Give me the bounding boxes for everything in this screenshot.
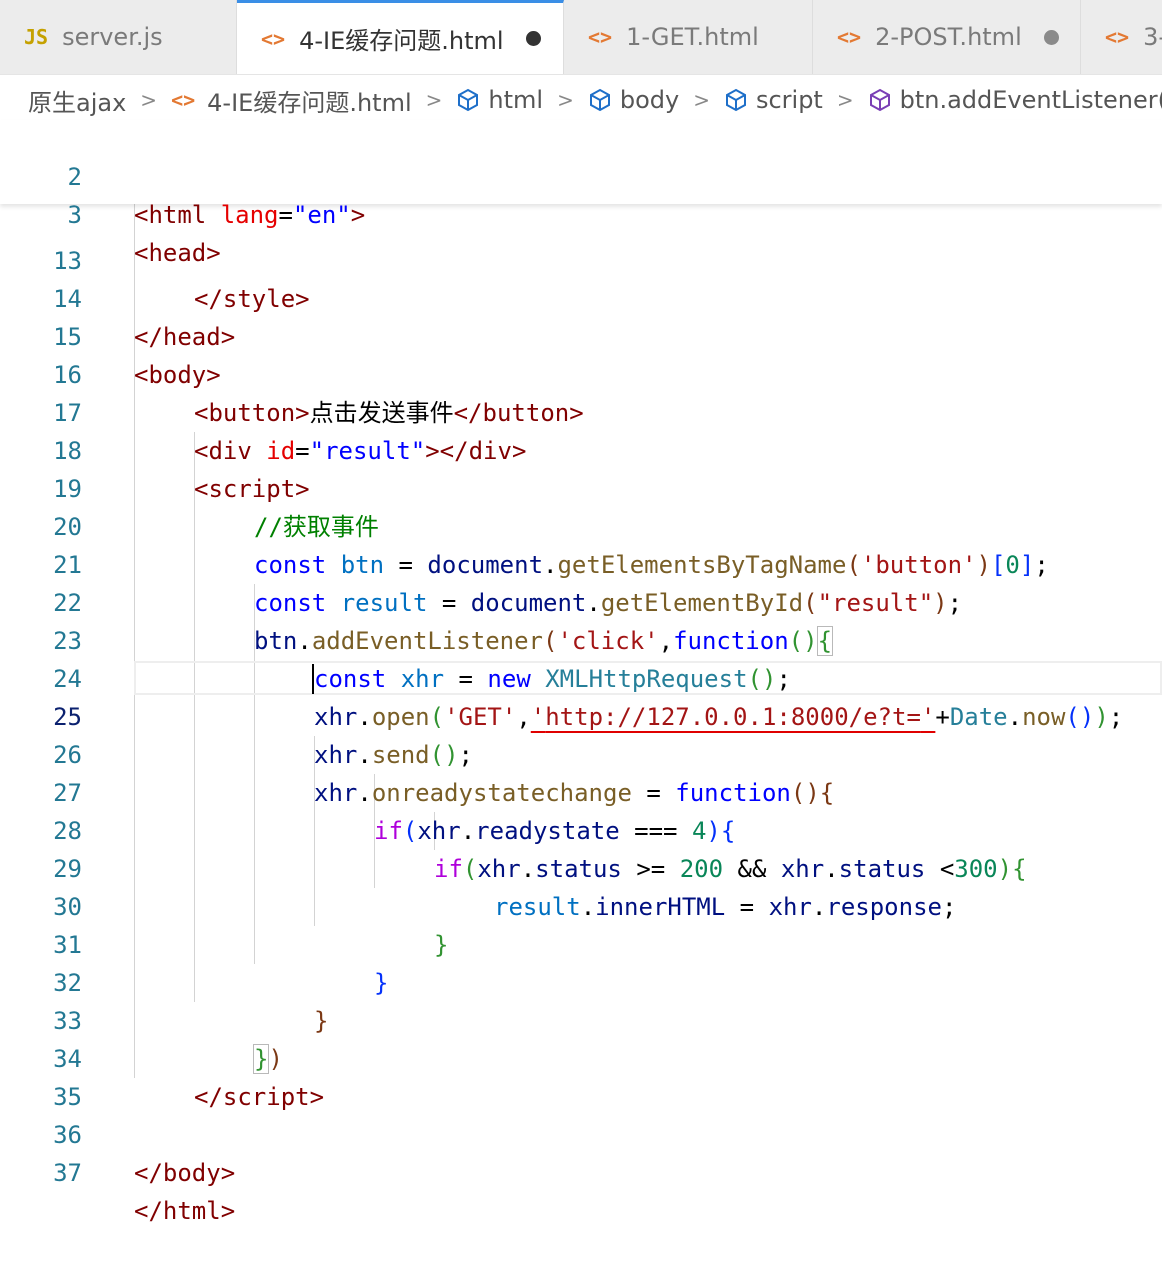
editor-tab-bar: JS server.js <> 4-IE缓存问题.html <> 1-GET.h…	[0, 0, 1162, 75]
tab-label: 4-IE缓存问题.html	[299, 27, 504, 55]
breadcrumb-label: 4-IE缓存问题.html	[207, 88, 412, 117]
line-number: 3	[67, 201, 82, 229]
html-file-icon: <>	[1105, 25, 1130, 49]
code-line[interactable]: 2 <html lang="en">	[0, 120, 1162, 229]
code-line[interactable]: 29 result.innerHTML = xhr.response;	[0, 812, 1162, 921]
code-line[interactable]: 35	[0, 1040, 1162, 1111]
breadcrumb-label: body	[619, 86, 680, 114]
sticky-scroll-header: 2 <html lang="en"> 3 <head>	[0, 120, 1162, 267]
breadcrumb-script[interactable]: script	[724, 86, 823, 114]
code-line[interactable]: 18 <script>	[0, 394, 1162, 503]
line-number: 37	[53, 1159, 82, 1187]
code-line[interactable]: 24 xhr.open('GET','http://127.0.0.1:8000…	[0, 622, 1162, 731]
tab-server-js[interactable]: JS server.js	[0, 0, 237, 74]
code-line[interactable]: 28 if(xhr.status >= 200 && xhr.status <3…	[0, 774, 1162, 883]
code-line[interactable]: 33 })	[0, 964, 1162, 1074]
code-line[interactable]: 22 btn.addEventListener('click',function…	[0, 546, 1162, 656]
chevron-right-icon: >	[557, 88, 574, 112]
line-code: </body>	[134, 1159, 236, 1187]
code-line[interactable]: 17 <div id="result"></div>	[0, 356, 1162, 465]
breadcrumb-file[interactable]: <> 4-IE缓存问题.html	[171, 83, 412, 118]
code-line[interactable]: 31 }	[0, 888, 1162, 997]
tab-1-get-html[interactable]: <> 1-GET.html	[564, 0, 813, 74]
html-file-icon: <>	[588, 25, 613, 49]
breadcrumb-folder[interactable]: 原生ajax	[28, 83, 126, 118]
cube-icon	[456, 88, 480, 112]
breadcrumb: 原生ajax > <> 4-IE缓存问题.html > html > body …	[0, 75, 1162, 125]
unsaved-dot-icon[interactable]	[1043, 29, 1059, 45]
chevron-right-icon: >	[836, 88, 854, 112]
code-line[interactable]: 16 <button>点击发送事件</button>	[0, 318, 1162, 427]
breadcrumb-html[interactable]: html	[456, 86, 543, 114]
line-code: <head>	[134, 239, 221, 267]
tab-label: 3-	[1143, 23, 1162, 51]
tab-label: 1-GET.html	[626, 23, 759, 51]
tab-label: 2-POST.html	[875, 23, 1022, 51]
line-code: </html>	[134, 1197, 236, 1225]
chevron-right-icon: >	[140, 88, 158, 112]
code-line[interactable]: 37 </html>	[0, 1116, 1162, 1225]
code-line[interactable]: 27 if(xhr.readystate === 4){	[0, 736, 1162, 845]
code-line[interactable]: 3 <head>	[0, 158, 1162, 267]
tab-3-html[interactable]: <> 3-	[1081, 0, 1162, 74]
code-line[interactable]: 26 xhr.onreadystatechange = function(){	[0, 698, 1162, 807]
breadcrumb-label: btn.addEventListener('click	[899, 86, 1162, 114]
breadcrumb-label: 原生ajax	[28, 88, 127, 117]
code-line[interactable]: 36 </body>	[0, 1078, 1162, 1187]
cube-icon	[588, 88, 612, 112]
unsaved-dot-icon[interactable]	[525, 31, 541, 46]
cube-icon	[724, 88, 748, 112]
code-editor[interactable]: 2 <html lang="en"> 3 <head> 13 </style> …	[0, 120, 1162, 1225]
tab-label: server.js	[62, 23, 163, 51]
code-line[interactable]: 34 </script>	[0, 1002, 1162, 1111]
method-cube-icon	[868, 88, 892, 112]
code-line[interactable]: 21 const result = document.getElementByI…	[0, 508, 1162, 617]
code-line[interactable]: 32 }	[0, 926, 1162, 1035]
chevron-right-icon: >	[693, 88, 710, 112]
breadcrumb-body[interactable]: body	[588, 86, 679, 114]
html-file-icon: <>	[837, 25, 862, 49]
text-cursor	[312, 664, 314, 694]
tab-2-post-html[interactable]: <> 2-POST.html	[813, 0, 1081, 74]
code-line[interactable]: 19 //获取事件	[0, 432, 1162, 541]
html-file-icon: <>	[261, 26, 286, 51]
line-code: <html lang="en">	[134, 201, 366, 229]
code-line[interactable]: 20 const btn = document.getElementsByTag…	[0, 470, 1162, 579]
javascript-file-icon: JS	[24, 25, 49, 49]
code-line[interactable]: 23 const xhr = new XMLHttpRequest();	[0, 584, 1162, 693]
chevron-right-icon: >	[425, 88, 443, 112]
breadcrumb-symbol[interactable]: btn.addEventListener('click	[868, 86, 1162, 114]
breadcrumb-label: script	[755, 86, 823, 114]
code-line-current[interactable]: 25 xhr.send();	[0, 660, 1162, 769]
code-line[interactable]: 15 <body>	[0, 280, 1162, 389]
tab-4-ie-cache-html[interactable]: <> 4-IE缓存问题.html	[237, 0, 564, 74]
code-line[interactable]: 30 }	[0, 850, 1162, 959]
html-file-icon: <>	[171, 88, 196, 112]
breadcrumb-label: html	[488, 86, 544, 114]
